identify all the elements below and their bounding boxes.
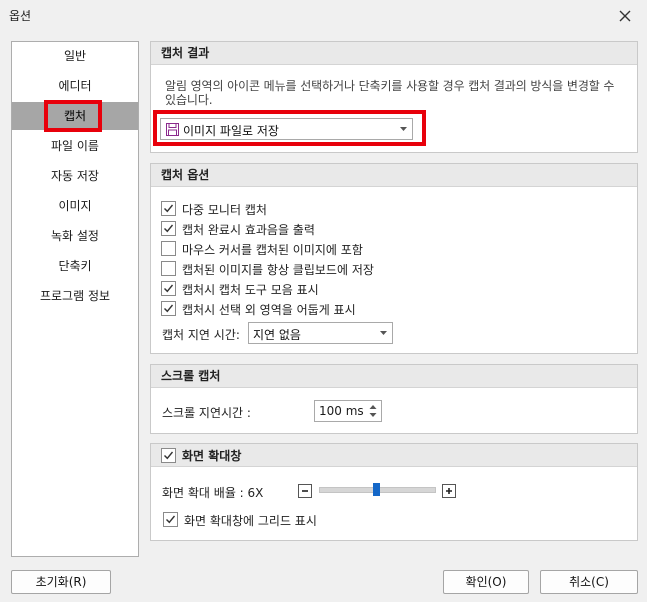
minus-icon [302, 490, 308, 492]
magnifier-header-bar: 화면 확대창 [151, 444, 637, 467]
spin-down-icon[interactable] [368, 411, 378, 420]
chevron-down-icon [380, 331, 387, 335]
sidebar-item-general[interactable]: 일반 [12, 42, 138, 70]
capture-options-header: 캡처 옵션 [151, 164, 637, 187]
capture-result-panel: 캡처 결과 알림 영역의 아이콘 메뉴를 선택하거나 단축키를 사용할 경우 캡… [150, 41, 638, 153]
capture-result-header: 캡처 결과 [151, 42, 637, 65]
ok-button[interactable]: 확인(O) [443, 570, 529, 594]
sidebar-item-image[interactable]: 이미지 [12, 192, 138, 220]
checkbox-box[interactable] [161, 448, 176, 463]
sidebar-item-recording[interactable]: 녹화 설정 [12, 222, 138, 250]
plus-icon [446, 488, 452, 494]
scroll-capture-panel: 스크롤 캡처 스크롤 지연시간 : 100 ms [150, 364, 638, 434]
sidebar-item-capture[interactable]: 캡처 [12, 102, 138, 130]
checkbox-label: 다중 모니터 캡처 [182, 203, 267, 217]
magnifier-panel: 화면 확대창 화면 확대 배율 : 6X 화면 확대창에 그리드 표시 [150, 443, 638, 541]
checkbox-label: 캡처시 선택 외 영역을 어둡게 표시 [182, 303, 356, 317]
show-toolbar-checkbox[interactable]: 캡처시 캡처 도구 모음 표시 [161, 280, 361, 298]
checkbox-label: 캡처 완료시 효과음을 출력 [182, 223, 315, 237]
sidebar-item-shortcuts[interactable]: 단축키 [12, 252, 138, 280]
check-icon [164, 204, 174, 213]
category-list: 일반 에디터 캡처 파일 이름 자동 저장 이미지 녹화 설정 단축키 프로그램… [11, 41, 139, 557]
show-grid-checkbox[interactable]: 화면 확대창에 그리드 표시 [163, 511, 363, 529]
save-to-clipboard-checkbox[interactable]: 캡처된 이미지를 항상 클립보드에 저장 [161, 260, 421, 278]
capture-delay-value: 지연 없음 [253, 328, 301, 342]
chevron-down-icon [400, 127, 407, 131]
scroll-delay-value: 100 ms [319, 404, 364, 418]
capture-options-panel: 캡처 옵션 다중 모니터 캡처 캡처 완료시 효과음을 출력 마우스 커서를 캡… [150, 163, 638, 354]
close-icon [619, 10, 631, 22]
dim-outside-checkbox[interactable]: 캡처시 선택 외 영역을 어둡게 표시 [161, 300, 401, 318]
zoom-level-label: 화면 확대 배율 : 6X [162, 486, 264, 500]
check-icon [164, 284, 174, 293]
spin-up-icon[interactable] [368, 402, 378, 411]
zoom-in-button[interactable] [442, 484, 456, 498]
checkbox-box[interactable] [161, 241, 176, 256]
sidebar-item-editor[interactable]: 에디터 [12, 72, 138, 100]
floppy-disk-icon [166, 123, 179, 136]
check-icon [164, 304, 174, 313]
zoom-slider-thumb[interactable] [373, 483, 380, 496]
scroll-delay-label: 스크롤 지연시간 : [162, 406, 251, 420]
cancel-button[interactable]: 취소(C) [540, 570, 638, 594]
reset-button[interactable]: 초기화(R) [11, 570, 111, 594]
check-icon [164, 451, 174, 460]
check-icon [164, 224, 174, 233]
capture-delay-dropdown[interactable]: 지연 없음 [248, 322, 393, 344]
magnifier-enable-checkbox[interactable]: 화면 확대창 [161, 447, 281, 465]
checkbox-label: 마우스 커서를 캡처된 이미지에 포함 [182, 243, 363, 257]
checkbox-label: 화면 확대창에 그리드 표시 [184, 514, 317, 528]
sidebar-item-autosave[interactable]: 자동 저장 [12, 162, 138, 190]
close-button[interactable] [612, 5, 638, 27]
capture-result-dropdown-value: 이미지 파일로 저장 [183, 124, 279, 138]
capture-delay-label: 캡처 지연 시간: [162, 328, 240, 342]
multi-monitor-checkbox[interactable]: 다중 모니터 캡처 [161, 200, 361, 218]
sidebar-item-filename[interactable]: 파일 이름 [12, 132, 138, 160]
check-icon [166, 515, 176, 524]
checkbox-box[interactable] [161, 281, 176, 296]
checkbox-box[interactable] [161, 221, 176, 236]
scroll-delay-spinner[interactable]: 100 ms [314, 400, 382, 422]
sound-effect-checkbox[interactable]: 캡처 완료시 효과음을 출력 [161, 220, 361, 238]
capture-result-description: 알림 영역의 아이콘 메뉴를 선택하거나 단축키를 사용할 경우 캡처 결과의 … [165, 79, 615, 107]
capture-result-dropdown[interactable]: 이미지 파일로 저장 [160, 118, 413, 140]
checkbox-box[interactable] [161, 301, 176, 316]
checkbox-box[interactable] [163, 512, 178, 527]
include-cursor-checkbox[interactable]: 마우스 커서를 캡처된 이미지에 포함 [161, 240, 401, 258]
magnifier-header: 화면 확대창 [182, 449, 242, 463]
checkbox-box[interactable] [161, 261, 176, 276]
checkbox-label: 캡처된 이미지를 항상 클립보드에 저장 [182, 263, 374, 277]
checkbox-label: 캡처시 캡처 도구 모음 표시 [182, 283, 319, 297]
scroll-capture-header: 스크롤 캡처 [151, 365, 637, 388]
zoom-out-button[interactable] [298, 484, 312, 498]
window-title: 옵션 [9, 9, 32, 23]
title-bar: 옵션 [0, 0, 647, 32]
checkbox-box[interactable] [161, 201, 176, 216]
sidebar-item-about[interactable]: 프로그램 정보 [12, 282, 138, 310]
